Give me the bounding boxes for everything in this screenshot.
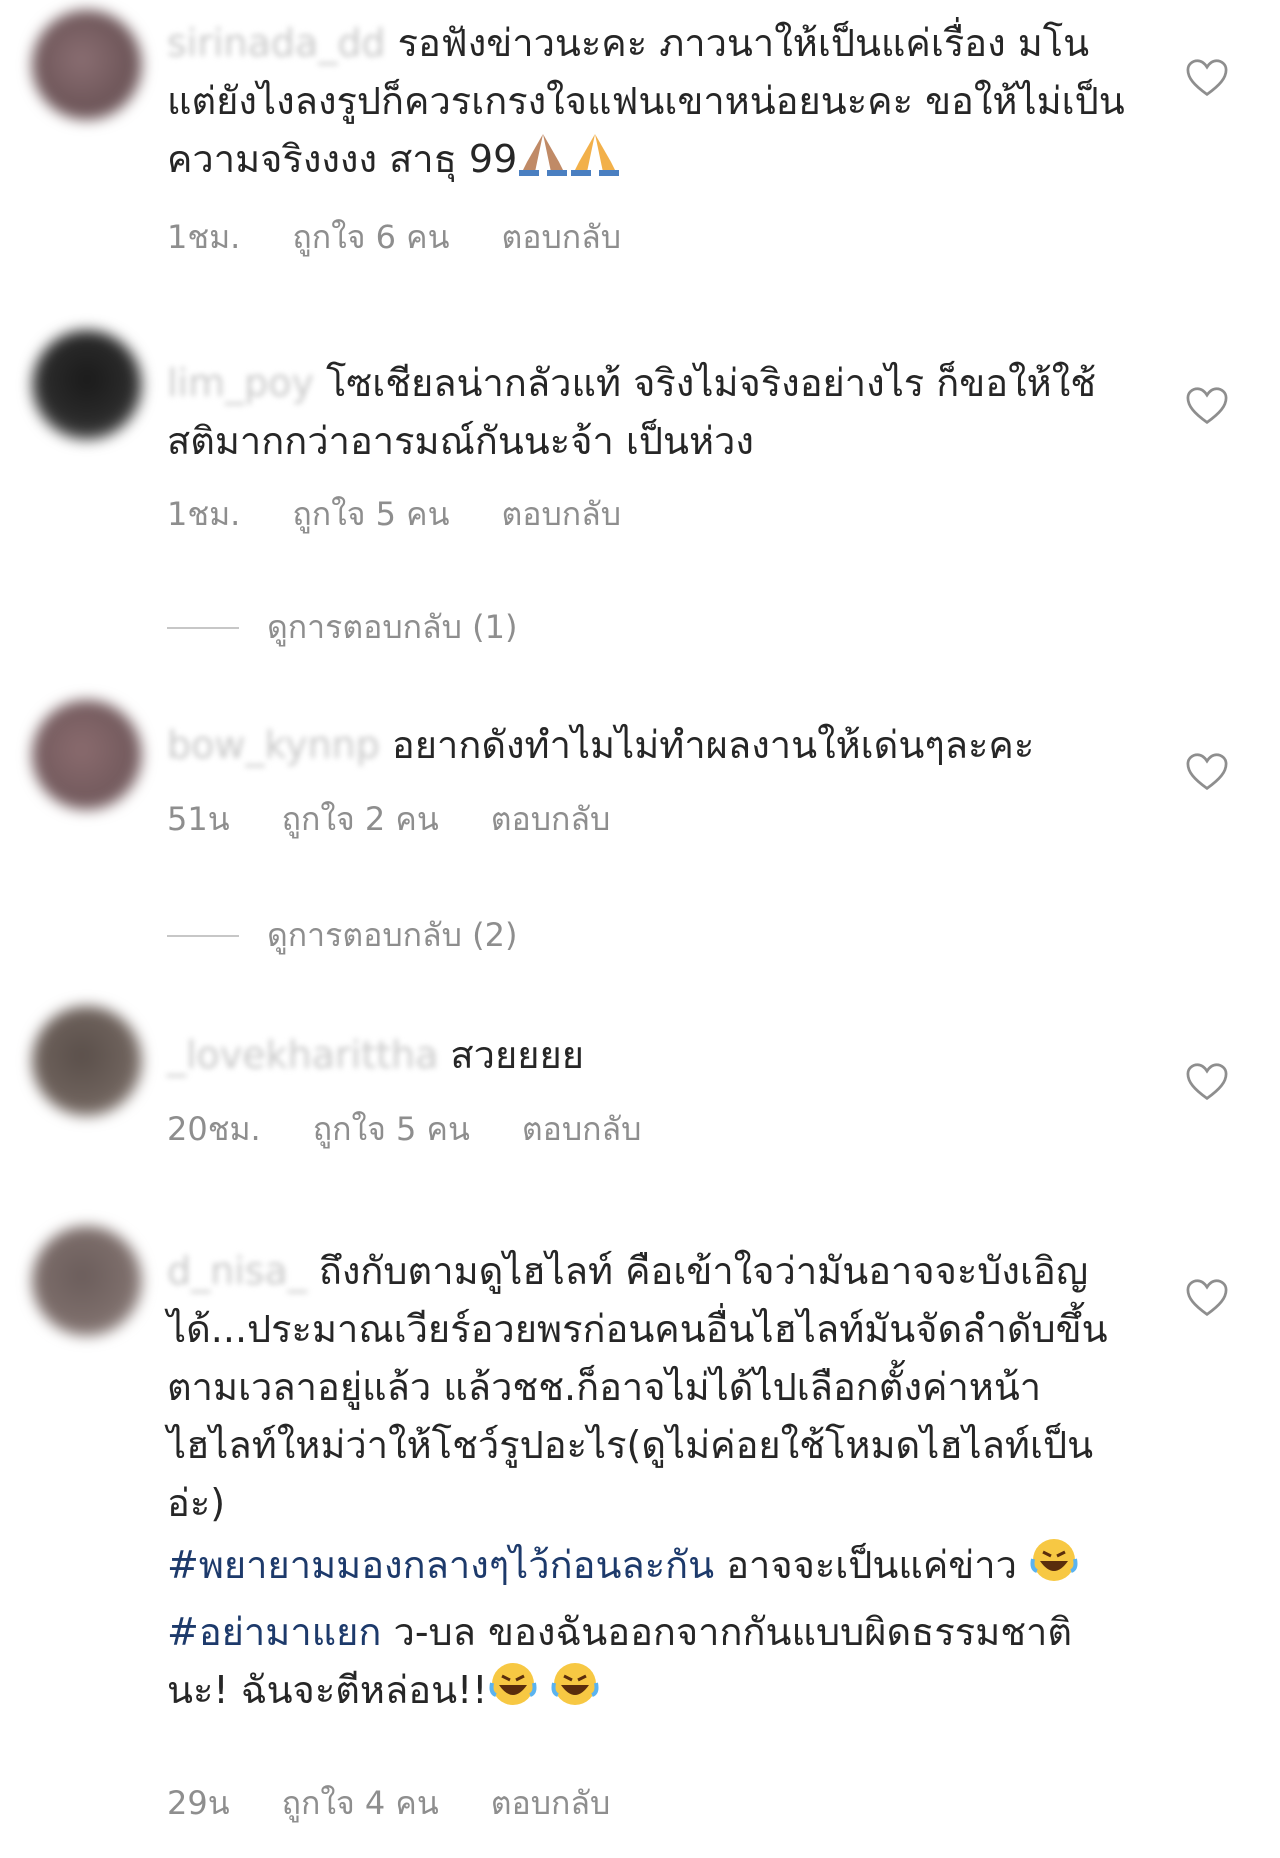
hashtag-link[interactable]: #อย่ามาแยก	[167, 1610, 381, 1654]
comment-text-hashtag-line: #พยายามมองกลางๆไว้ก่อนละกัน อาจจะเป็นแค่…	[167, 1536, 1127, 1599]
comment-username[interactable]: _lovekharittha	[167, 1033, 438, 1077]
comment-text: d_nisa_ ถึงกับตามดูไฮไลท์ คือเข้าใจว่ามัน…	[167, 1242, 1127, 1532]
comment-username[interactable]: bow_kynnp	[167, 723, 380, 767]
like-heart-icon[interactable]	[1185, 386, 1229, 426]
avatar[interactable]	[32, 1226, 142, 1336]
comment-username[interactable]: lim_poy	[167, 361, 314, 405]
comment-body: อาจจะเป็นแค่ข่าว	[714, 1543, 1017, 1587]
view-replies-button[interactable]: ดูการตอบกลับ (1)	[167, 602, 517, 653]
reply-button[interactable]: ตอบกลับ	[501, 212, 621, 263]
laughing-emoji-icon	[488, 1661, 538, 1723]
like-heart-icon[interactable]	[1185, 752, 1229, 792]
comment-body: อยากดังทำไมไม่ทำผลงานให้เด่นๆละคะ	[391, 723, 1035, 767]
reply-button[interactable]: ตอบกลับ	[491, 1778, 611, 1829]
like-heart-icon[interactable]	[1185, 58, 1229, 98]
laughing-emoji-icon	[1029, 1537, 1079, 1599]
avatar[interactable]	[32, 700, 142, 810]
view-replies-button[interactable]: ดูการตอบกลับ (2)	[167, 910, 517, 961]
avatar[interactable]	[32, 330, 142, 440]
comment-time: 29น	[167, 1784, 230, 1822]
comment-time: 20ชม.	[167, 1110, 261, 1148]
view-replies-label: ดูการตอบกลับ (1)	[267, 608, 518, 646]
comment-meta: 20ชม. ถูกใจ 5 คน ตอบกลับ	[167, 1104, 641, 1155]
comment-likes[interactable]: ถูกใจ 6 คน	[292, 212, 449, 263]
comment-meta: 29น ถูกใจ 4 คน ตอบกลับ	[167, 1778, 610, 1829]
replies-divider-line	[167, 934, 239, 937]
reply-button[interactable]: ตอบกลับ	[522, 1104, 642, 1155]
pray-emoji-icon	[517, 132, 569, 192]
view-replies-label: ดูการตอบกลับ (2)	[267, 916, 518, 954]
comment-time: 51น	[167, 800, 230, 838]
comment-body: สวยยยย	[450, 1033, 584, 1077]
comment-meta: 51น ถูกใจ 2 คน ตอบกลับ	[167, 794, 610, 845]
comment-username[interactable]: d_nisa_	[167, 1249, 307, 1293]
comment-text: lim_poy โซเชียลน่ากลัวแท้ จริงไม่จริงอย่า…	[167, 354, 1127, 470]
like-heart-icon[interactable]	[1185, 1278, 1229, 1318]
comment-likes[interactable]: ถูกใจ 4 คน	[282, 1778, 439, 1829]
laughing-emoji-icon	[550, 1661, 600, 1723]
comment-time: 1ชม.	[167, 495, 241, 533]
comment-time: 1ชม.	[167, 218, 241, 256]
comment-text-hashtag-line: #อย่ามาแยก ว-บล ของฉันออกจากกันแบบผิดธรร…	[167, 1603, 1127, 1724]
comment-meta: 1ชม. ถูกใจ 6 คน ตอบกลับ	[167, 212, 621, 263]
comment-likes[interactable]: ถูกใจ 2 คน	[282, 794, 439, 845]
like-heart-icon[interactable]	[1185, 1062, 1229, 1102]
reply-button[interactable]: ตอบกลับ	[501, 489, 621, 540]
hashtag-link[interactable]: #พยายามมองกลางๆไว้ก่อนละกัน	[167, 1543, 714, 1587]
pray-emoji-icon	[569, 132, 621, 192]
replies-divider-line	[167, 626, 239, 629]
comment-text: sirinada_dd รอฟังข่าวนะคะ ภาวนาให้เป็นแค่…	[167, 14, 1127, 192]
comment-text: bow_kynnp อยากดังทำไมไม่ทำผลงานให้เด่นๆละ…	[167, 716, 1127, 774]
avatar[interactable]	[32, 1006, 142, 1116]
reply-button[interactable]: ตอบกลับ	[491, 794, 611, 845]
comment-body: ถึงกับตามดูไฮไลท์ คือเข้าใจว่ามันอาจจะบั…	[167, 1249, 1108, 1525]
comment-likes[interactable]: ถูกใจ 5 คน	[313, 1104, 470, 1155]
comment-likes[interactable]: ถูกใจ 5 คน	[292, 489, 449, 540]
comment-meta: 1ชม. ถูกใจ 5 คน ตอบกลับ	[167, 489, 621, 540]
avatar[interactable]	[32, 10, 142, 120]
comment-username[interactable]: sirinada_dd	[167, 21, 386, 65]
comment-text: _lovekharittha สวยยยย	[167, 1026, 1127, 1084]
